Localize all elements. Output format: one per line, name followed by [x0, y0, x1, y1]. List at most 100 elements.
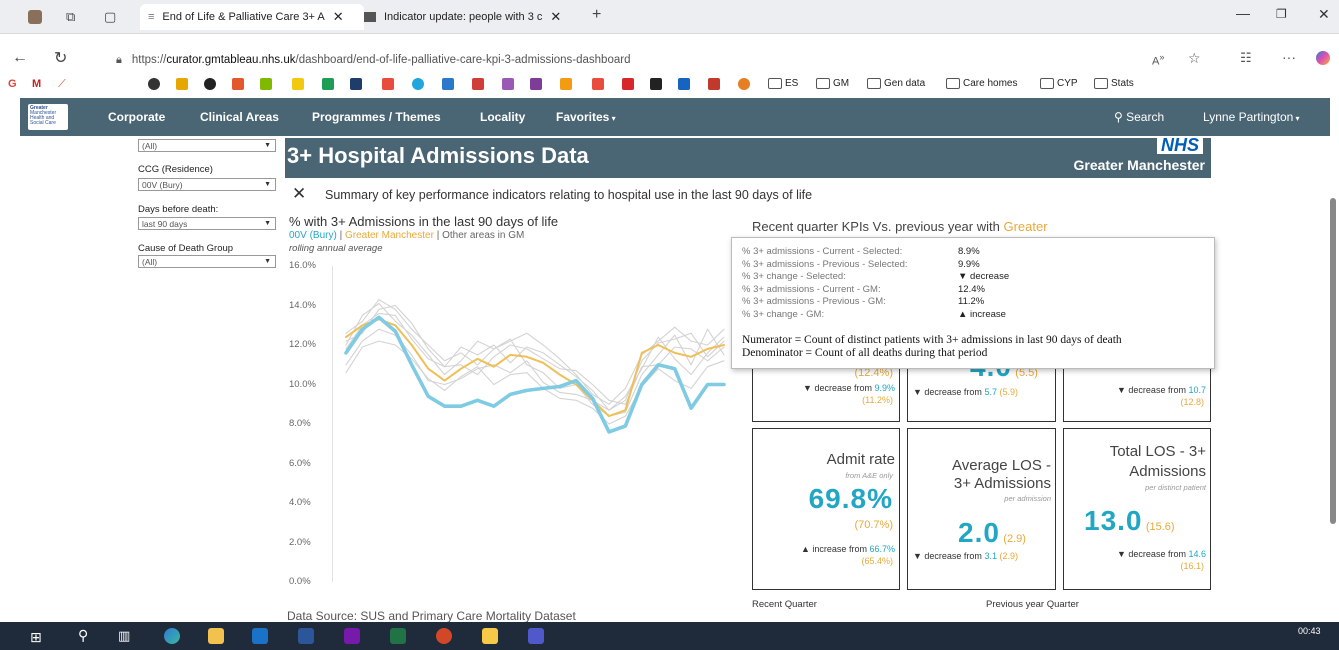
nav-user-menu[interactable]: Lynne Partington ▾	[1203, 110, 1300, 124]
legend-other[interactable]: Other areas in GM	[442, 230, 524, 241]
windows-start-icon[interactable]: ⊞	[30, 629, 42, 646]
bookmark-icon-8[interactable]	[350, 78, 362, 90]
bookmark-icon-11[interactable]	[442, 78, 454, 90]
gmail-bookmark-icon[interactable]: M	[32, 78, 41, 90]
close-tab-icon[interactable]: ✕	[550, 9, 561, 25]
bookmark-icon-13[interactable]	[502, 78, 514, 90]
back-icon[interactable]: ←	[12, 49, 28, 67]
line-chart[interactable]	[332, 260, 730, 590]
bookmark-icon-18[interactable]	[650, 78, 662, 90]
close-icon[interactable]: ✕	[292, 184, 306, 204]
kpi-change-text: ▼ decrease from	[1117, 385, 1186, 395]
bookmark-icon-5[interactable]	[260, 78, 272, 90]
bookmark-icon-17[interactable]	[622, 78, 634, 90]
analytics-bookmark-icon[interactable]: ⟋	[58, 78, 66, 91]
bookmark-folder-gm[interactable]: GM	[816, 78, 849, 89]
legend-gm[interactable]: Greater Manchester	[345, 230, 434, 241]
file-explorer-icon[interactable]	[208, 628, 224, 644]
powerpoint-icon[interactable]	[436, 628, 452, 644]
bookmark-folder-stats[interactable]: Stats	[1094, 78, 1134, 89]
kpi-footer-recent: Recent Quarter	[752, 599, 817, 610]
favorite-star-icon[interactable]: ☆	[1188, 50, 1201, 67]
kpi-name-line2: Admissions	[1129, 463, 1206, 480]
cause-of-death-select[interactable]: (All) ▼	[138, 255, 276, 268]
bookmarks-bar: G M ⟋ ES GM Gen data Care homes CYP Stat…	[0, 74, 1339, 98]
nav-programmes-themes[interactable]: Programmes / Themes	[312, 110, 441, 124]
bookmark-icon-6[interactable]	[292, 78, 304, 90]
nav-corporate[interactable]: Corporate	[108, 110, 165, 124]
caret-down-icon: ▼	[264, 142, 271, 149]
bookmark-icon-20[interactable]	[708, 78, 720, 90]
minimize-icon[interactable]: —	[1236, 5, 1250, 21]
bookmark-icon-16[interactable]	[592, 78, 604, 90]
tab-end-of-life[interactable]: ≡ End of Life & Palliative Care 3+ A ✕	[140, 4, 364, 30]
kpi-change-prev: (5.9)	[999, 387, 1018, 397]
read-aloud-icon[interactable]: A»	[1152, 52, 1164, 68]
nav-search[interactable]: ⚲ Search	[1114, 110, 1164, 124]
vertical-tabs-icon[interactable]: ▢	[104, 9, 116, 25]
legend-selected[interactable]: 00V (Bury)	[289, 230, 337, 241]
kpi-change-value: 66.7%	[869, 544, 895, 554]
kpi-box-average-los[interactable]: Average LOS - 3+ Admissions per admissio…	[907, 428, 1056, 590]
kpi-change: ▼ decrease from 10.7	[1117, 385, 1206, 395]
kpi-change-value: 10.7	[1188, 385, 1206, 395]
bookmark-folder-gen-data[interactable]: Gen data	[867, 78, 925, 89]
days-before-death-select[interactable]: last 90 days ▼	[138, 217, 276, 230]
bookmark-icon-15[interactable]	[560, 78, 572, 90]
series-line-other-6[interactable]	[345, 304, 725, 411]
bookmark-icon-21[interactable]	[738, 78, 750, 90]
sticky-notes-icon[interactable]	[482, 628, 498, 644]
search-icon[interactable]: ⚲	[78, 627, 88, 644]
more-menu-icon[interactable]: ···	[1282, 49, 1296, 65]
tab-title: End of Life & Palliative Care 3+ A	[162, 11, 325, 23]
edge-taskbar-icon[interactable]	[164, 628, 180, 644]
tab-indicator-update[interactable]: Indicator update: people with 3 c ✕	[356, 4, 592, 30]
bookmark-icon-12[interactable]	[472, 78, 484, 90]
restore-icon[interactable]: ❐	[1276, 7, 1287, 21]
collections-icon[interactable]: ☷	[1240, 50, 1252, 66]
bookmark-icon-4[interactable]	[232, 78, 244, 90]
teams-icon[interactable]	[528, 628, 544, 644]
y-tick-label: 8.0%	[289, 418, 311, 429]
bookmark-folder-es[interactable]: ES	[768, 78, 798, 89]
bookmark-folder-care-homes[interactable]: Care homes	[946, 78, 1017, 89]
nav-favorites[interactable]: Favorites ▾	[556, 110, 616, 124]
kpi-change: ▼ decrease from 14.6	[1117, 549, 1206, 559]
bookmark-icon-10[interactable]	[412, 78, 424, 90]
kpi-box-admit-rate[interactable]: Admit rate from A&E only 69.8% (70.7%) ▲…	[752, 428, 900, 590]
tooltip-row-label: % 3+ change - Selected:	[742, 271, 846, 282]
kpi-prev-gm: (15.6)	[1145, 521, 1175, 533]
ccg-select[interactable]: 00V (Bury) ▼	[138, 178, 276, 191]
bookmark-icon-3[interactable]	[204, 78, 216, 90]
close-window-icon[interactable]: ✕	[1318, 6, 1330, 23]
bookmark-icon-2[interactable]	[176, 78, 188, 90]
bookmark-icon-14[interactable]	[530, 78, 542, 90]
filter-top-select[interactable]: (All) ▼	[138, 139, 276, 152]
new-tab-icon[interactable]: +	[592, 6, 601, 24]
url-field[interactable]: 🔒︎ https:// curator.gmtableau.nhs.uk /da…	[108, 48, 1218, 72]
excel-icon[interactable]	[390, 628, 406, 644]
bookmark-icon-9[interactable]	[382, 78, 394, 90]
page-scrollbar[interactable]	[1330, 198, 1336, 524]
partnership-logo[interactable]: Greater Manchester Health and Social Care	[28, 104, 68, 130]
onenote-icon[interactable]	[344, 628, 360, 644]
bookmark-icon-1[interactable]	[148, 78, 160, 90]
task-view-icon[interactable]: ▥	[118, 628, 130, 644]
bookmark-folder-cyp[interactable]: CYP	[1040, 78, 1078, 89]
close-tab-icon[interactable]: ✕	[333, 9, 344, 25]
workspaces-icon[interactable]: ⧉	[66, 9, 75, 25]
profile-avatar[interactable]	[28, 10, 42, 24]
google-bookmark-icon[interactable]: G	[8, 78, 17, 90]
word-icon[interactable]	[298, 628, 314, 644]
caret-down-icon: ▼	[264, 220, 271, 227]
edge-copilot-icon[interactable]	[1316, 51, 1330, 65]
nav-clinical-areas[interactable]: Clinical Areas	[200, 110, 279, 124]
nhs-logo: NHS	[1156, 136, 1203, 154]
bookmark-icon-7[interactable]	[322, 78, 334, 90]
outlook-icon[interactable]	[252, 628, 268, 644]
bookmark-icon-19[interactable]	[678, 78, 690, 90]
refresh-icon[interactable]: ↻	[54, 48, 67, 68]
kpi-box-total-los[interactable]: Total LOS - 3+ Admissions per distinct p…	[1063, 428, 1211, 590]
legend-separator: |	[436, 230, 440, 241]
nav-locality[interactable]: Locality	[480, 110, 525, 124]
